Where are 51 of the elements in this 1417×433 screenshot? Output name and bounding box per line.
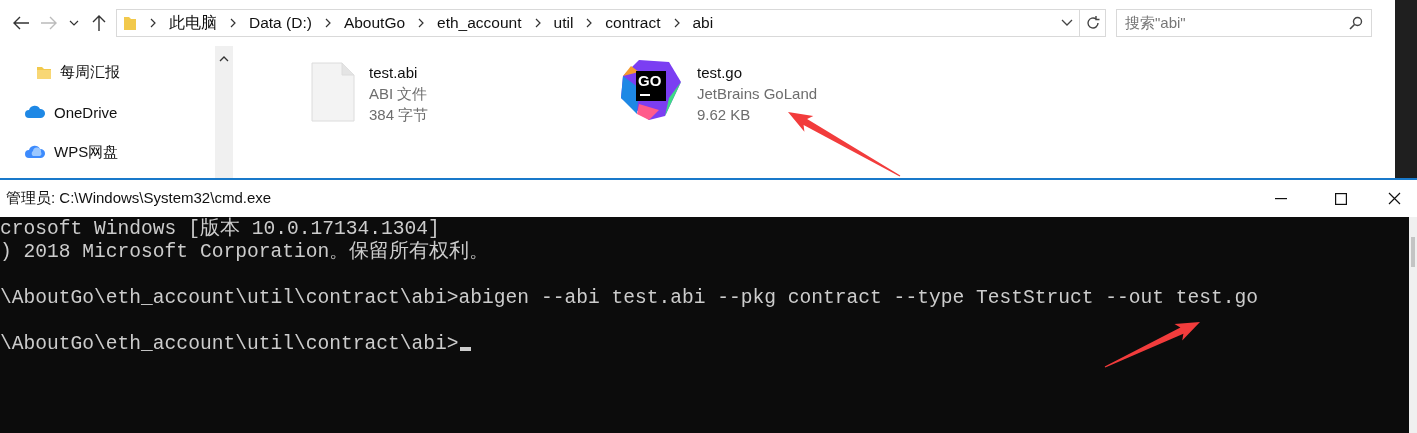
folder-icon (36, 64, 52, 80)
path-segment[interactable]: abi (692, 14, 714, 32)
path-segment[interactable]: 此电脑 (169, 12, 217, 34)
cloud-icon (24, 144, 46, 160)
console-line: ) 2018 Microsoft Corporation。保留所有权利。 (0, 241, 490, 263)
address-bar[interactable]: 此电脑 Data (D:) AboutGo eth_account util contract abi (116, 9, 1080, 37)
path-segment[interactable]: AboutGo (343, 14, 406, 32)
forward-arrow-icon (40, 16, 58, 30)
goland-icon (619, 58, 683, 122)
console-line: crosoft Windows [版本 10.0.17134.1304] (0, 218, 440, 240)
search-icon (1349, 16, 1363, 30)
folder-icon (123, 15, 137, 31)
up-arrow-icon (92, 14, 106, 32)
chevron-icon[interactable] (229, 17, 237, 29)
dropdown-caret-icon[interactable] (1061, 19, 1073, 27)
sidebar-item[interactable]: 每周汇报 (60, 62, 120, 82)
file-type: ABI 文件 (369, 84, 429, 104)
close-icon (1387, 192, 1401, 205)
search-placeholder: 搜索"abi" (1125, 13, 1187, 33)
console-line: \AboutGo\eth_account\util\contract\abi> (0, 333, 459, 355)
path-segment[interactable]: Data (D:) (249, 14, 312, 32)
file-size: 384 字节 (369, 105, 429, 125)
refresh-icon (1084, 15, 1101, 31)
sidebar-item[interactable]: WPS网盘 (54, 142, 119, 162)
chevron-icon[interactable] (149, 17, 157, 29)
chevron-icon[interactable] (533, 17, 542, 29)
file-type: JetBrains GoLand (697, 84, 818, 104)
scroll-up-icon[interactable] (219, 56, 229, 62)
logo-text: GO (638, 72, 662, 89)
path-segment[interactable]: contract (605, 14, 661, 32)
console-line: \AboutGo\eth_account\util\contract\abi>abigen --abi test.abi --pkg contract --type TestStruct --out test.go (0, 287, 1259, 309)
minimize-icon (1275, 197, 1287, 200)
refresh-button[interactable] (1080, 9, 1106, 37)
scrollbar[interactable] (1409, 217, 1417, 433)
chevron-icon[interactable] (323, 17, 332, 29)
caret-icon (69, 20, 79, 26)
search-field[interactable]: 搜索"abi" (1116, 9, 1372, 37)
path-segment[interactable]: util (553, 14, 574, 32)
file-icon (311, 62, 355, 122)
chevron-icon[interactable] (585, 17, 594, 29)
cloud-icon (24, 104, 46, 120)
back-arrow-icon (12, 16, 30, 30)
chevron-icon[interactable] (672, 17, 681, 29)
file-name[interactable]: test.abi (369, 62, 429, 83)
file-size: 9.62 KB (697, 105, 752, 125)
window-title: 管理员: C:\Windows\System32\cmd.exe (6, 189, 273, 208)
sidebar-item[interactable]: OneDrive (54, 103, 118, 121)
path-segment[interactable]: eth_account (437, 14, 522, 32)
maximize-icon (1335, 192, 1347, 205)
chevron-icon[interactable] (417, 17, 426, 29)
file-name[interactable]: test.go (697, 62, 818, 83)
